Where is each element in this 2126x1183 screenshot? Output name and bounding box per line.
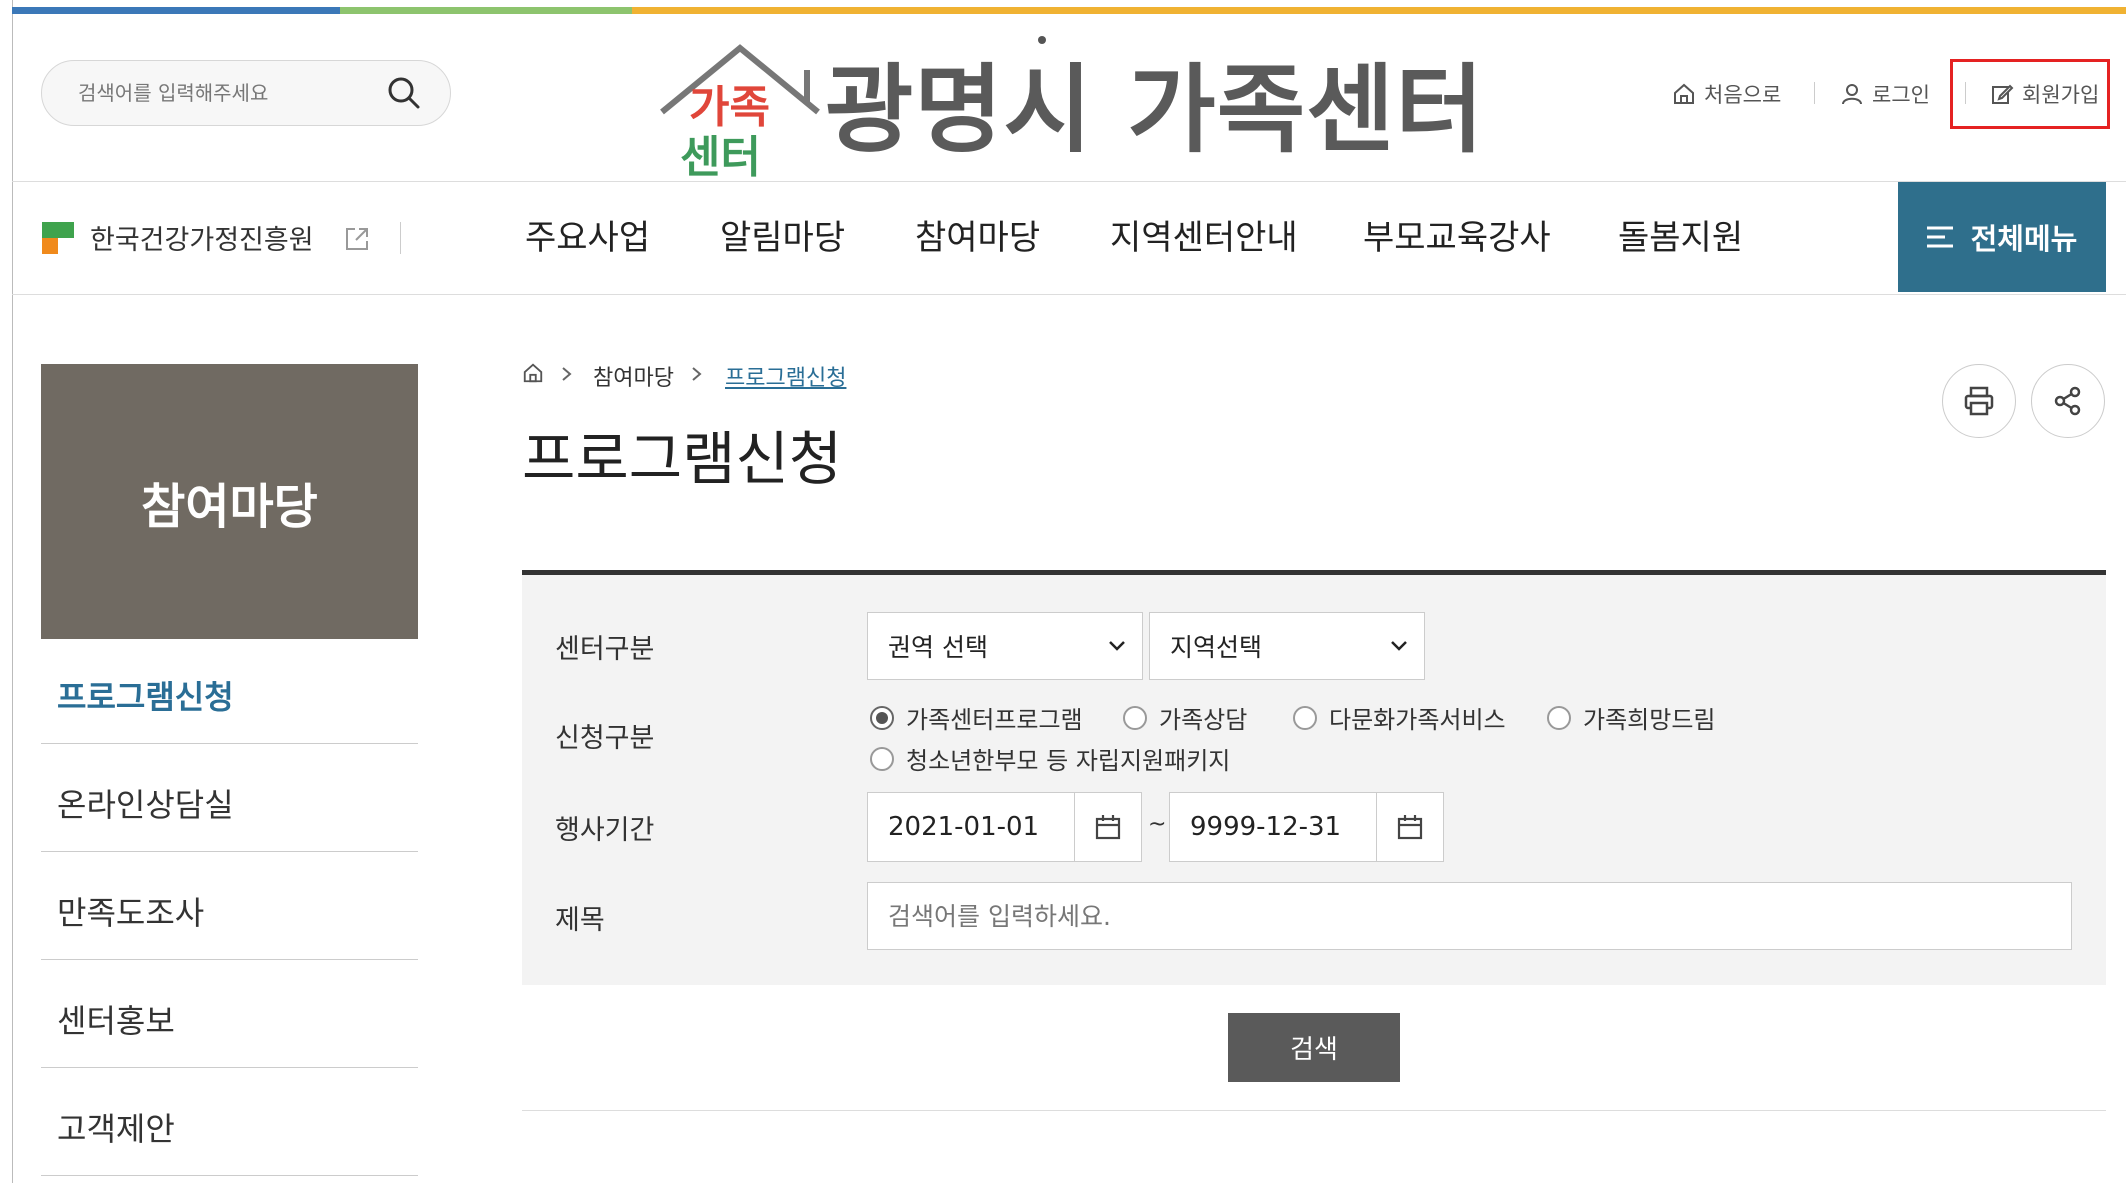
event-period-label: 행사기간 [555, 815, 655, 846]
menu-icon [1926, 226, 1953, 248]
print-button[interactable] [1942, 364, 2016, 438]
sidebar-item-label: 만족도조사 [57, 894, 205, 932]
join-highlight-box [1950, 59, 2110, 129]
sidebar-item-label: 온라인상담실 [57, 786, 234, 824]
radio-label: 다문화가족서비스 [1329, 706, 1506, 734]
radio-label: 가족센터프로그램 [906, 706, 1083, 734]
radio-label: 청소년한부모 등 자립지원패키지 [906, 747, 1231, 775]
menu-care-support[interactable]: 돌봄지원 [1618, 210, 1743, 259]
center-type-label: 센터구분 [555, 634, 655, 665]
home-icon [1674, 83, 1694, 104]
external-link-icon[interactable] [343, 225, 371, 253]
sidebar-item-label: 프로그램신청 [57, 678, 234, 716]
all-menu-button[interactable]: 전체메뉴 [1898, 182, 2106, 292]
end-date-calendar-button[interactable] [1376, 792, 1444, 862]
breadcrumb-level2[interactable]: 프로그램신청 [725, 360, 846, 392]
divider [522, 1110, 2106, 1111]
radio-dot[interactable] [1123, 705, 1147, 730]
search-icon[interactable] [384, 73, 424, 113]
radio-dot[interactable] [870, 705, 894, 730]
menu-parent-education[interactable]: 부모교육강사 [1363, 210, 1551, 259]
start-date-input[interactable]: 2021-01-01 [867, 792, 1075, 862]
menu-main-business[interactable]: 주요사업 [525, 210, 650, 259]
radio-label: 가족상담 [1159, 706, 1248, 734]
title-label: 제목 [555, 905, 605, 936]
main-nav [12, 181, 2126, 295]
title-field [867, 882, 2072, 950]
chevron-down-icon [1391, 641, 1407, 651]
nav-divider [400, 222, 401, 254]
menu-participation[interactable]: 참여마당 [915, 210, 1040, 259]
top-bar-blue [12, 7, 340, 14]
radio-family-program[interactable]: 가족센터프로그램 [870, 700, 1083, 735]
radio-youth-single-parent[interactable]: 청소년한부모 등 자립지원패키지 [870, 741, 1230, 776]
sidebar-item-label: 고객제안 [57, 1110, 175, 1148]
home-link-label: 처음으로 [1704, 83, 1782, 107]
login-link[interactable]: 로그인 [1840, 74, 1930, 114]
area-select[interactable]: 지역선택 [1149, 612, 1425, 680]
sidebar-item-label: 센터홍보 [57, 1002, 175, 1040]
radio-dot[interactable] [1293, 705, 1317, 730]
sidebar-item-counseling[interactable]: 온라인상담실 [41, 744, 418, 852]
header-search [41, 60, 451, 126]
sidebar-item-promotion[interactable]: 센터홍보 [41, 960, 418, 1068]
radio-family-hope[interactable]: 가족희망드림 [1547, 700, 1715, 735]
radio-dot[interactable] [1547, 705, 1571, 730]
share-button[interactable] [2031, 364, 2105, 438]
site-title: 광명시 가족센터 [825, 54, 1485, 166]
region-select[interactable]: 권역 선택 [867, 612, 1143, 680]
sidebar-item-suggestion[interactable]: 고객제안 [41, 1068, 418, 1176]
breadcrumb-level1[interactable]: 참여마당 [593, 360, 674, 392]
calendar-icon [1397, 815, 1423, 840]
title-search-input[interactable] [868, 883, 2071, 949]
region-select-value: 권역 선택 [888, 633, 988, 662]
sidebar-item-program[interactable]: 프로그램신청 [41, 636, 418, 744]
header-search-input[interactable] [76, 80, 384, 106]
radio-family-counseling[interactable]: 가족상담 [1123, 700, 1247, 735]
sidebar-title: 참여마당 [41, 364, 418, 639]
home-link[interactable]: 처음으로 [1672, 74, 1781, 114]
org-link[interactable]: 한국건강가정진흥원 [90, 218, 314, 257]
chevron-right-icon [692, 367, 702, 381]
start-date-calendar-button[interactable] [1074, 792, 1142, 862]
share-icon [2054, 386, 2081, 416]
page-title: 프로그램신청 [522, 425, 843, 493]
print-icon [1964, 386, 1994, 416]
calendar-icon [1095, 815, 1121, 840]
user-icon [1842, 84, 1862, 105]
top-color-bar [12, 7, 2126, 14]
kh-org-logo-icon [42, 222, 74, 254]
end-date-input[interactable]: 9999-12-31 [1169, 792, 1377, 862]
logo-mark-line1: 가족 [689, 82, 770, 133]
radio-label: 가족희망드림 [1583, 706, 1716, 734]
menu-center-guide[interactable]: 지역센터안내 [1110, 210, 1298, 259]
date-range-separator: ~ [1148, 812, 1167, 837]
chevron-down-icon [1109, 641, 1125, 651]
top-bar-green [340, 7, 632, 14]
login-link-label: 로그인 [1872, 83, 1930, 107]
util-divider [1814, 82, 1815, 104]
all-menu-label: 전체메뉴 [1970, 222, 2078, 256]
application-type-label: 신청구분 [555, 723, 655, 754]
search-button[interactable]: 검색 [1228, 1013, 1400, 1082]
breadcrumb-home-icon[interactable] [522, 362, 544, 384]
radio-multicultural[interactable]: 다문화가족서비스 [1293, 700, 1506, 735]
sidebar-item-survey[interactable]: 만족도조사 [41, 852, 418, 960]
radio-dot[interactable] [870, 746, 894, 771]
chevron-right-icon [562, 367, 572, 381]
top-bar-yellow [632, 7, 2126, 14]
area-select-value: 지역선택 [1170, 633, 1263, 662]
menu-notice[interactable]: 알림마당 [720, 210, 845, 259]
logo-mark-line2: 센터 [680, 132, 761, 180]
